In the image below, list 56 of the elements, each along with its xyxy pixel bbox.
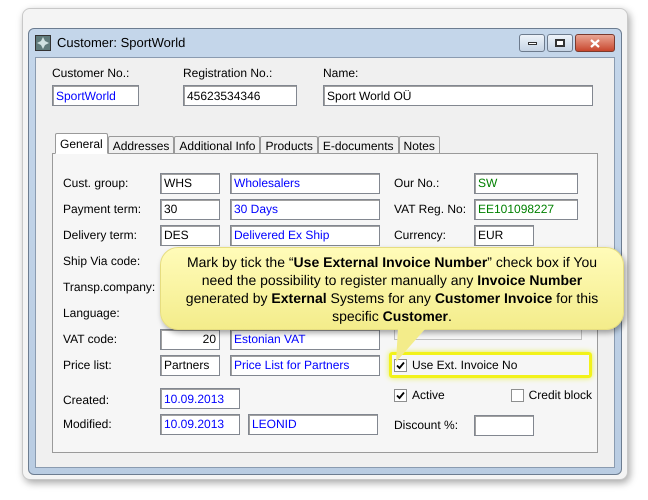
input-field[interactable]: WHS	[160, 172, 220, 194]
input-field[interactable]	[474, 414, 534, 436]
field-label: Price list:	[63, 357, 113, 374]
tab[interactable]: General	[55, 133, 108, 154]
field-label: Registration No.:	[183, 65, 274, 82]
tab[interactable]: Notes	[398, 136, 440, 154]
maximize-button[interactable]	[547, 34, 573, 52]
field-label: VAT Reg. No:	[394, 201, 468, 218]
checkbox-label: Credit block	[528, 387, 592, 404]
tab[interactable]: E-documents	[318, 136, 399, 154]
field-label: Transp.company:	[63, 279, 156, 296]
input-field[interactable]: SportWorld	[52, 85, 139, 106]
input-field[interactable]: 30 Days	[230, 198, 380, 220]
input-field[interactable]: DES	[160, 224, 220, 246]
field-label: Our No.:	[394, 175, 440, 192]
close-button[interactable]	[575, 34, 615, 52]
close-icon	[590, 38, 600, 48]
input-field[interactable]: EE101098227	[474, 198, 578, 220]
input-field[interactable]: 30	[160, 198, 220, 220]
input-field[interactable]: 10.09.2013	[160, 388, 240, 409]
input-field[interactable]: 10.09.2013	[160, 414, 240, 434]
field-label: Ship Via code:	[63, 253, 142, 270]
field-label: Created:	[63, 392, 110, 409]
input-field[interactable]: 20	[160, 328, 220, 350]
input-field[interactable]: EUR	[474, 224, 534, 246]
checkbox-label: Active	[412, 387, 445, 404]
tab[interactable]: Products	[260, 136, 318, 154]
field-label: Cust. group:	[63, 175, 130, 192]
tab[interactable]: Addresses	[108, 136, 174, 154]
checkbox[interactable]	[394, 388, 407, 402]
app-icon	[35, 35, 51, 51]
input-field[interactable]: Partners	[160, 354, 220, 376]
tab[interactable]: Additional Info	[174, 136, 260, 154]
field-label: Payment term:	[63, 201, 142, 218]
checkbox-label: Use Ext. Invoice No	[412, 357, 518, 374]
checkbox[interactable]	[510, 388, 524, 402]
input-field[interactable]: SW	[474, 172, 578, 194]
field-label: Discount %:	[394, 417, 460, 434]
field-label: Name:	[323, 65, 360, 82]
input-field[interactable]: Delivered Ex Ship	[230, 224, 380, 246]
field-label: Delivery term:	[63, 227, 138, 244]
field-label: VAT code:	[63, 331, 118, 348]
input-field[interactable]: Sport World OÜ	[323, 85, 593, 106]
field-label: Language:	[63, 305, 121, 322]
input-field[interactable]: Price List for Partners	[230, 354, 380, 376]
callout-text: Mark by tick the “Use External Invoice Number” check box if You need the possibility to register manually any Invoice Number generated by External Systems for any Customer Invoice for this specific Customer.	[184, 252, 600, 324]
window-title: Customer: SportWorld	[57, 34, 186, 52]
checkbox[interactable]	[394, 358, 407, 372]
input-field[interactable]: Estonian VAT	[230, 328, 380, 350]
input-field[interactable]: LEONID	[248, 414, 378, 434]
minimize-button[interactable]	[519, 34, 545, 52]
input-field[interactable]: Wholesalers	[230, 172, 380, 194]
field-label: Customer No.:	[52, 65, 130, 82]
field-label: Currency:	[394, 227, 448, 244]
field-label: Modified:	[63, 416, 113, 433]
input-field[interactable]: 45623534346	[183, 85, 297, 106]
